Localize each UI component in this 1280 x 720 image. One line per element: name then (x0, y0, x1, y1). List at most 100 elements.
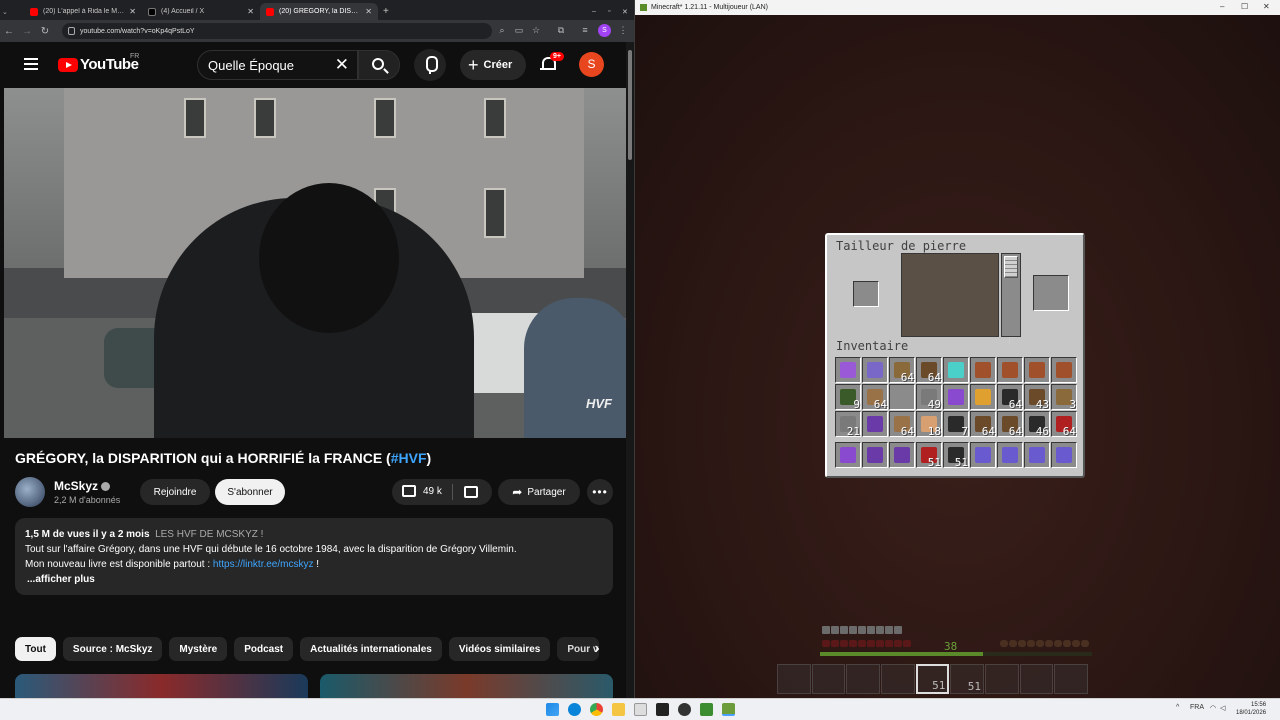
inventory-slot[interactable] (997, 357, 1023, 383)
inventory-slot[interactable]: 7 (943, 411, 969, 438)
system-clock[interactable]: 15:56 18/01/2026 (1236, 701, 1266, 717)
browser-profile-avatar[interactable]: S (598, 24, 611, 37)
inventory-slot[interactable] (862, 411, 888, 437)
hotbar-slot[interactable]: 51 (950, 664, 985, 694)
wifi-icon[interactable]: ◠ (1210, 704, 1216, 712)
tab-3-active[interactable]: (20) GRÉGORY, la DISPARITION ✕ (260, 3, 378, 20)
inventory-slot[interactable] (889, 384, 915, 410)
new-tab-button[interactable]: + (381, 3, 393, 20)
hotbar-slot[interactable] (881, 664, 915, 694)
tray-chevron-icon[interactable]: ^ (1176, 704, 1179, 711)
terminal-icon[interactable] (656, 703, 669, 716)
inventory-slot[interactable]: 51 (916, 442, 942, 469)
voice-search-mic-icon[interactable] (414, 49, 446, 81)
inventory-slot[interactable] (1051, 442, 1077, 468)
join-button[interactable]: Rejoindre (140, 479, 210, 505)
obs-icon[interactable] (678, 703, 691, 716)
inventory-slot[interactable]: 49 (916, 384, 942, 411)
inventory-slot[interactable]: 64 (916, 357, 942, 384)
minecraft-launcher-icon[interactable] (700, 703, 713, 716)
recipe-scrollbar[interactable] (1001, 253, 1021, 337)
recipe-list[interactable] (901, 253, 999, 337)
reload-icon[interactable]: ↻ (36, 26, 54, 37)
inventory-slot[interactable] (1024, 357, 1050, 383)
zoom-icon[interactable]: ⌕ (497, 25, 507, 35)
inventory-slot[interactable] (970, 384, 996, 410)
start-windows-icon[interactable] (546, 703, 559, 716)
forward-icon[interactable]: → (18, 26, 36, 37)
inventory-slot[interactable] (835, 357, 861, 383)
inventory-slot[interactable] (1024, 442, 1050, 468)
close-tab-icon[interactable]: ✕ (247, 7, 254, 16)
description-hashtag[interactable]: LES HVF DE MCSKYZ ! (155, 529, 263, 540)
chip-podcast[interactable]: Podcast (234, 637, 294, 661)
video-description[interactable]: 1,5 M de vues il y a 2 mois LES HVF DE M… (15, 518, 613, 595)
create-button[interactable]: + Créer (460, 50, 526, 80)
hotbar-slot[interactable] (811, 664, 846, 694)
app-icon[interactable] (634, 703, 647, 716)
inventory-slot[interactable] (835, 442, 861, 468)
chip-similar-videos[interactable]: Vidéos similaires (448, 637, 551, 661)
inventory-slot[interactable] (997, 442, 1023, 468)
address-bar[interactable]: youtube.com/watch?v=oKp4qPstLoY (62, 23, 492, 39)
share-button[interactable]: ➦ Partager (498, 479, 580, 505)
maximize-icon[interactable]: ☐ (1241, 2, 1248, 11)
description-link[interactable]: https://linktr.ee/mcskyz (213, 559, 314, 570)
volume-icon[interactable]: ◁ (1220, 704, 1225, 712)
chip-mystery[interactable]: Mystère (169, 637, 228, 661)
chrome-icon[interactable] (590, 703, 603, 716)
tab-1[interactable]: (20) L'appel à Rida le Marseillais ✕ (24, 3, 142, 20)
inventory-slot[interactable] (862, 357, 888, 383)
inventory-slot[interactable] (970, 357, 996, 383)
chevron-right-icon[interactable]: › (585, 637, 609, 661)
youtube-logo[interactable]: YouTube FR (58, 53, 139, 73)
inventory-slot[interactable]: 64 (889, 357, 915, 384)
output-slot[interactable] (1033, 275, 1069, 311)
video-title-hashtag[interactable]: #HVF (391, 450, 427, 466)
input-language[interactable]: FRA (1190, 704, 1204, 711)
tab-search-icon[interactable]: ⌄ (2, 3, 10, 20)
more-actions-icon[interactable]: ••• (587, 479, 613, 505)
thumbs-down-icon[interactable] (464, 486, 478, 498)
page-scrollbar[interactable] (626, 42, 634, 698)
hotbar-slot[interactable]: 51 (915, 664, 950, 694)
menu-kebab-icon[interactable]: ⋮ (618, 25, 628, 35)
minecraft-running-icon[interactable] (722, 703, 735, 716)
inventory-slot[interactable]: 64 (970, 411, 996, 438)
account-avatar[interactable]: S (579, 52, 604, 77)
edge-icon[interactable] (568, 703, 581, 716)
inventory-slot[interactable]: 46 (1024, 411, 1050, 438)
subscribe-button[interactable]: S'abonner (215, 479, 285, 505)
chip-source[interactable]: Source : McSkyz (62, 637, 163, 661)
recommended-thumbnail[interactable] (320, 674, 613, 698)
hotbar-slot[interactable] (985, 664, 1019, 694)
inventory-slot[interactable]: 64 (1051, 411, 1077, 438)
chip-all[interactable]: Tout (15, 637, 56, 661)
bookmark-star-icon[interactable]: ☆ (531, 25, 541, 35)
chip-international-news[interactable]: Actualités internationales (300, 637, 442, 661)
inventory-slot[interactable] (889, 442, 915, 468)
inventory-slot[interactable] (943, 384, 969, 410)
close-window-icon[interactable]: ✕ (622, 3, 632, 20)
search-button[interactable] (358, 50, 400, 80)
hotbar-slot[interactable] (1054, 664, 1089, 694)
close-tab-icon[interactable]: ✕ (129, 7, 136, 16)
scrollbar-thumb[interactable] (628, 50, 632, 160)
hotbar-slot[interactable] (1019, 664, 1054, 694)
inventory-slot[interactable]: 51 (943, 442, 969, 469)
extensions-icon[interactable]: ⧉ (556, 25, 566, 35)
minimize-icon[interactable]: – (1220, 2, 1224, 11)
inventory-slot[interactable]: 3 (1051, 384, 1077, 411)
inventory-slot[interactable]: 21 (835, 411, 861, 438)
file-explorer-icon[interactable] (612, 703, 625, 716)
show-more-link[interactable]: ...afficher plus (25, 572, 603, 587)
channel-name[interactable]: McSkyz (54, 479, 111, 493)
inventory-slot[interactable] (943, 357, 969, 383)
hamburger-menu-icon[interactable] (24, 58, 38, 70)
channel-avatar[interactable] (15, 477, 45, 507)
close-tab-icon[interactable]: ✕ (365, 7, 372, 16)
close-window-icon[interactable]: ✕ (1263, 2, 1270, 11)
recommended-thumbnail[interactable] (15, 674, 308, 698)
hotbar-slot[interactable] (846, 664, 881, 694)
minimize-icon[interactable]: – (592, 3, 602, 20)
